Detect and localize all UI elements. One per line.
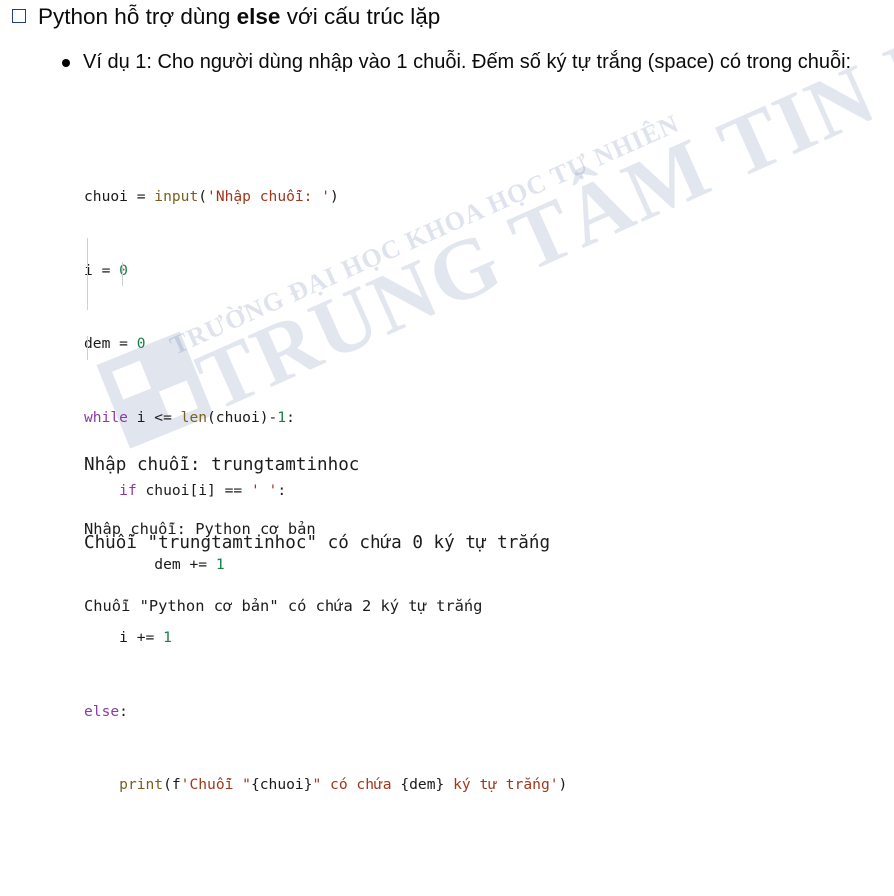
bullet-dot-icon: [62, 59, 70, 67]
indent-guide: [122, 262, 123, 286]
checkbox-bullet-icon: [12, 9, 26, 23]
heading-text-post: với cấu trúc lặp: [280, 4, 441, 29]
output-example-2: Nhập chuỗi: Python cơ bản Chuỗi "Python …: [84, 466, 482, 645]
indent-guide: [87, 238, 88, 310]
code-line-8: else:: [84, 702, 128, 720]
code-line-3: dem = 0: [84, 335, 146, 352]
code-line-9: print(f'Chuỗi "{chuoi}" có chứa {dem} ký…: [119, 776, 568, 793]
example-description: Ví dụ 1: Cho người dùng nhập vào 1 chuỗi…: [83, 51, 852, 73]
slide-heading: Python hỗ trợ dùng else với cấu trúc lặp: [12, 2, 440, 32]
code-line-1: chuoi = input('Nhập chuỗi: '): [84, 188, 339, 205]
heading-text-pre: Python hỗ trợ dùng: [38, 4, 237, 29]
heading-keyword-else: else: [236, 4, 281, 29]
code-line-2: i = 0: [84, 261, 128, 279]
indent-guide: [87, 336, 88, 360]
output-line: Chuỗi "Python cơ bản" có chứa 2 ký tự tr…: [84, 596, 483, 615]
